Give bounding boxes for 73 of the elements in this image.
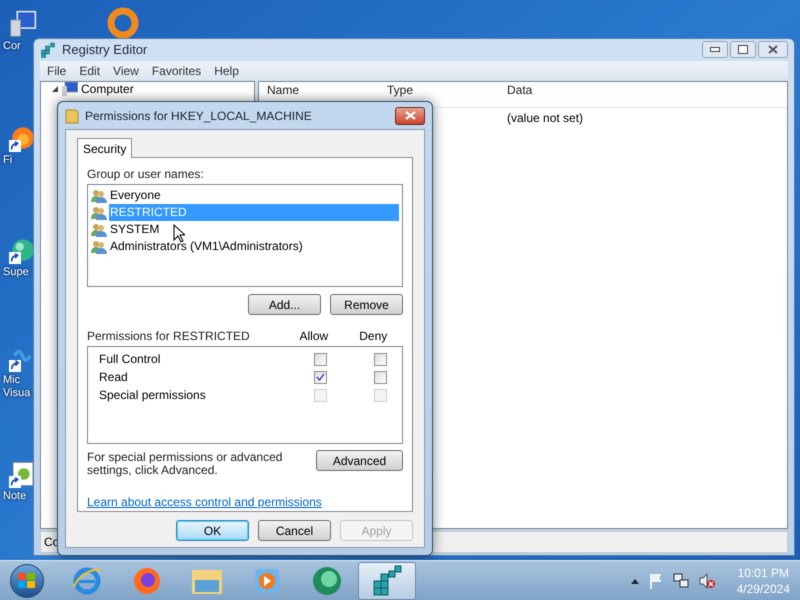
mouse-cursor-icon — [173, 224, 185, 243]
cubes-icon — [371, 564, 403, 596]
maximize-icon — [738, 45, 748, 54]
advanced-note: For special permissions or advanced settings, click Advanced. — [87, 451, 284, 477]
desktop-icon-label: Fi — [3, 154, 12, 167]
table-cell-text: (value not set) — [506, 110, 584, 127]
dialog-button[interactable]: Cancel — [258, 520, 331, 541]
windows-logo-icon — [18, 572, 36, 588]
menu-item[interactable]: File — [47, 62, 66, 80]
user-list-item[interactable]: Administrators (VM1\Administrators) — [109, 238, 304, 255]
menu-item[interactable]: Edit — [79, 62, 100, 80]
infinity-shortcut-icon[interactable] — [9, 348, 33, 372]
folder-icon — [65, 108, 79, 124]
tab[interactable]: Security — [77, 138, 132, 158]
minimize-icon — [710, 46, 720, 52]
users-icon — [91, 240, 107, 254]
desktop-icon-label: Mic Visua — [3, 374, 30, 400]
users-icon — [91, 188, 107, 202]
shortcut-arrow-icon — [9, 140, 21, 152]
menu-item[interactable]: View — [113, 62, 139, 80]
desktop-icon-label: Cor — [3, 40, 21, 53]
close-icon — [404, 111, 416, 120]
expand-arrow-icon[interactable] — [51, 85, 59, 93]
checkmark-icon — [316, 372, 325, 382]
start-button[interactable] — [10, 564, 44, 598]
checkbox[interactable] — [374, 352, 387, 366]
close-button[interactable] — [395, 106, 425, 124]
cubes-icon — [40, 42, 56, 58]
play-icon — [253, 566, 281, 594]
permission-name: Special permissions — [99, 387, 207, 404]
users-icon — [91, 222, 107, 236]
field-label: Group or user names: — [87, 167, 205, 181]
menu-item[interactable]: Help — [214, 62, 239, 80]
column-header[interactable]: Type — [379, 83, 499, 97]
field-label: Permissions for RESTRICTED — [87, 329, 251, 343]
show-hidden-icons-icon[interactable] — [630, 578, 639, 584]
window-title: Registry Editor — [62, 41, 148, 60]
close-button[interactable] — [758, 41, 788, 58]
menu-item[interactable]: Favorites — [152, 62, 202, 80]
permission-name: Full Control — [99, 351, 162, 368]
browser-e-icon — [71, 564, 103, 596]
user-list-item[interactable]: Everyone — [109, 187, 162, 204]
desktop-icon-label: Note — [3, 490, 26, 503]
taskbar-button[interactable] — [358, 562, 416, 600]
user-list-item[interactable]: SYSTEM — [109, 221, 160, 238]
dialog-button[interactable]: Add... — [248, 294, 321, 315]
column-header[interactable]: Name — [259, 83, 379, 97]
help-link[interactable]: Learn about access control and permissions — [87, 493, 403, 511]
dialog-button[interactable]: Advanced — [316, 450, 403, 471]
users-icon — [91, 206, 107, 220]
dialog-title: Permissions for HKEY_LOCAL_MACHINE — [85, 108, 312, 124]
desktop-icon-label: Supe — [3, 266, 29, 279]
maximize-button[interactable] — [730, 41, 756, 58]
ring-icon[interactable] — [106, 6, 140, 40]
computer-icon — [62, 82, 78, 96]
column-header[interactable]: Data — [499, 83, 787, 97]
shortcut-arrow-icon — [9, 252, 21, 264]
speaker-muted-icon[interactable] — [698, 572, 715, 588]
checkbox[interactable] — [314, 370, 327, 384]
tree-item[interactable]: Computer — [81, 82, 134, 96]
checkbox[interactable] — [374, 370, 387, 384]
network-icon[interactable] — [672, 572, 689, 588]
permission-name: Read — [99, 369, 129, 386]
dialog-button[interactable]: OK — [176, 520, 249, 541]
checkbox[interactable] — [314, 352, 327, 366]
close-icon — [768, 45, 778, 54]
column-header: Deny — [358, 329, 388, 343]
orb-icon — [311, 564, 343, 596]
dialog-button[interactable]: Remove — [330, 294, 403, 315]
shortcut-arrow-icon — [9, 476, 21, 488]
minimize-button[interactable] — [702, 41, 728, 58]
column-header: Allow — [298, 329, 330, 343]
computer-icon[interactable] — [9, 10, 37, 38]
